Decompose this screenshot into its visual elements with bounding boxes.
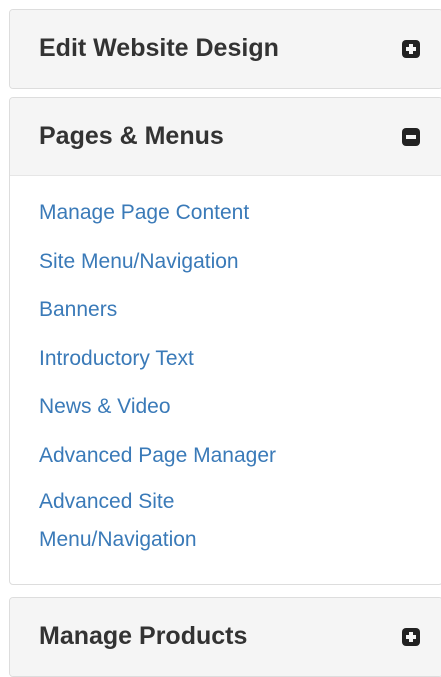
link-site-menu-navigation[interactable]: Site Menu/Navigation	[39, 246, 239, 278]
panel-heading-edit-website-design[interactable]: Edit Website Design	[10, 10, 441, 88]
link-introductory-text[interactable]: Introductory Text	[39, 343, 194, 375]
panel-title: Edit Website Design	[39, 33, 279, 62]
panel-manage-products: Manage Products	[9, 597, 441, 677]
plus-square-icon[interactable]	[402, 628, 420, 646]
plus-square-icon[interactable]	[402, 40, 420, 58]
panel-title: Pages & Menus	[39, 121, 224, 150]
panel-pages-and-menus: Pages & Menus Manage Page Content Site M…	[9, 97, 441, 585]
panel-heading-manage-products[interactable]: Manage Products	[10, 598, 441, 676]
link-news-and-video[interactable]: News & Video	[39, 391, 171, 423]
panel-heading-pages-and-menus[interactable]: Pages & Menus	[10, 98, 441, 176]
panel-title: Manage Products	[39, 621, 248, 650]
link-manage-page-content[interactable]: Manage Page Content	[39, 197, 249, 229]
link-advanced-site-menu-navigation[interactable]: Advanced Site Menu/Navigation	[39, 483, 259, 559]
link-advanced-page-manager[interactable]: Advanced Page Manager	[39, 440, 276, 472]
link-banners[interactable]: Banners	[39, 294, 117, 326]
panel-edit-website-design: Edit Website Design	[9, 9, 441, 89]
minus-square-icon[interactable]	[402, 127, 420, 146]
